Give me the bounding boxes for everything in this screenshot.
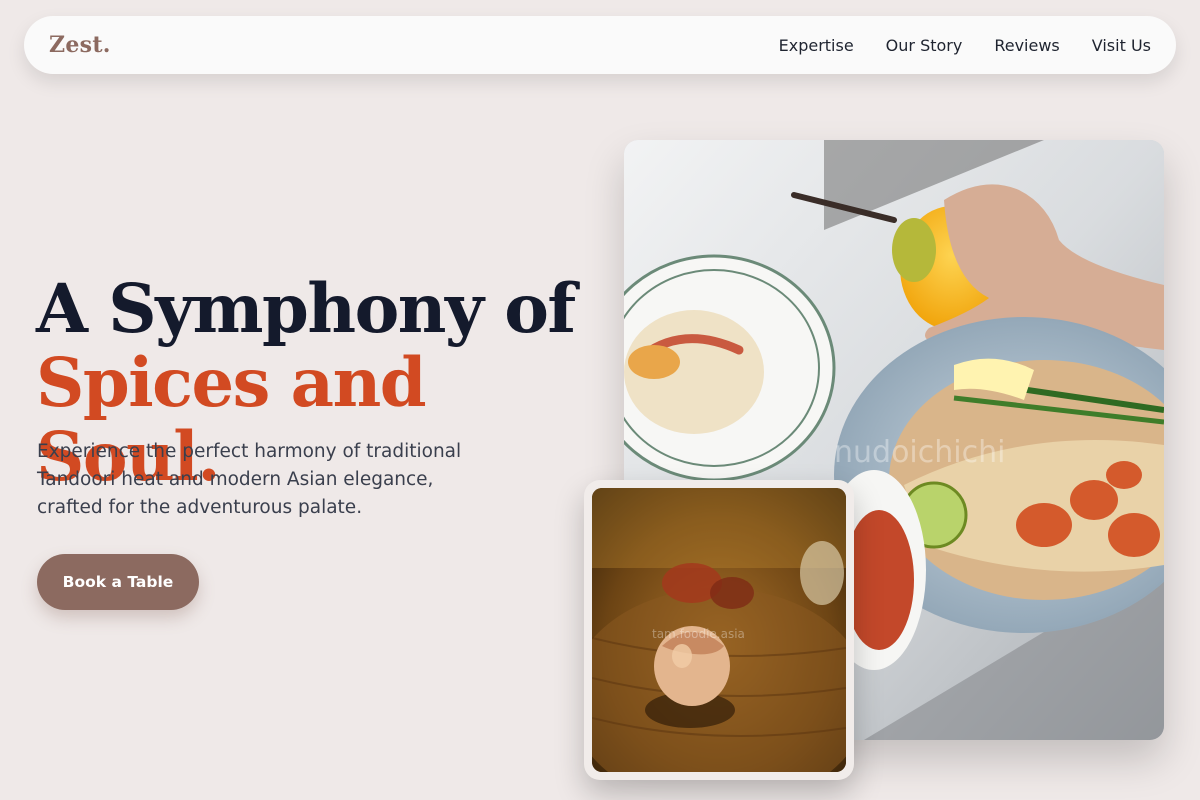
- hero-title-line-1: A Symphony of: [36, 269, 576, 348]
- brand-logo[interactable]: Zest.: [49, 32, 111, 58]
- nav-link-expertise[interactable]: Expertise: [779, 36, 854, 55]
- nav-link-reviews[interactable]: Reviews: [994, 36, 1059, 55]
- nav-link-our-story[interactable]: Our Story: [886, 36, 963, 55]
- top-navbar: Zest. Expertise Our Story Reviews Visit …: [24, 16, 1176, 74]
- book-table-button[interactable]: Book a Table: [37, 554, 199, 610]
- inset-photo-frame: tam.foodie.asia: [584, 480, 854, 780]
- nav-links: Expertise Our Story Reviews Visit Us: [779, 36, 1151, 55]
- dumpling-illustration: tam.foodie.asia: [592, 488, 846, 772]
- nav-link-visit-us[interactable]: Visit Us: [1092, 36, 1151, 55]
- hero-subtitle: Experience the perfect harmony of tradit…: [37, 441, 462, 518]
- inset-photo-watermark: tam.foodie.asia: [652, 627, 745, 641]
- inset-food-photo: tam.foodie.asia: [592, 488, 846, 772]
- main-photo-watermark: nudoichichi: [834, 435, 1005, 470]
